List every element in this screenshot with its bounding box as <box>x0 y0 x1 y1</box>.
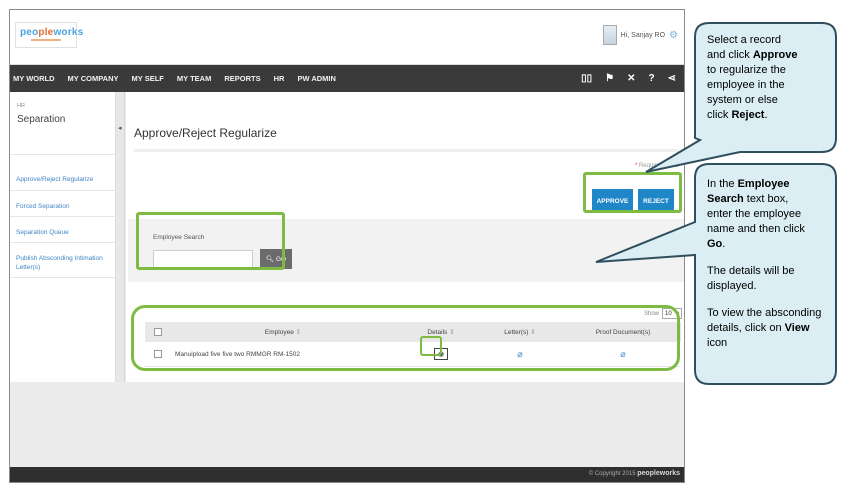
divider <box>10 242 116 243</box>
sidebar-item-separation-queue[interactable]: Separation Queue <box>16 228 112 237</box>
nav-my-world[interactable]: MY WORLD <box>13 74 55 83</box>
callout-view-icon: To view the absconding details, click on… <box>707 307 822 349</box>
highlight-employee-search <box>136 212 285 270</box>
highlight-view-icon <box>420 336 442 356</box>
app-screenshot: peopleworks Hi, Sanjay RO ⚙ MY WORLD MY … <box>9 9 685 483</box>
footer-copyright: © Copyright 2015 peopleworks <box>588 470 680 477</box>
sidebar-item-approve-reject-regularize[interactable]: Approve/Reject Regularize <box>16 175 112 184</box>
nav-my-company[interactable]: MY COMPANY <box>68 74 119 83</box>
tools-icon[interactable]: ✕ <box>627 73 635 84</box>
flag-icon[interactable]: ⚑ <box>605 73 614 84</box>
divider <box>134 149 679 152</box>
empty-content-area <box>10 382 684 468</box>
nav-my-self[interactable]: MY SELF <box>132 74 164 83</box>
divider <box>10 277 116 278</box>
nav-reports[interactable]: REPORTS <box>224 74 260 83</box>
nav-my-team[interactable]: MY TEAM <box>177 74 211 83</box>
highlight-results-table <box>131 305 680 371</box>
divider <box>10 154 116 155</box>
avatar[interactable] <box>602 25 617 45</box>
sidebar-section-label: HR <box>17 103 25 109</box>
divider <box>10 190 116 191</box>
nav-hr[interactable]: HR <box>274 74 285 83</box>
sidebar-item-forced-separation[interactable]: Forced Separation <box>16 202 112 211</box>
user-menu[interactable]: Hi, Sanjay RO ⚙ <box>602 24 678 46</box>
share-icon[interactable]: ⋖ <box>668 73 676 84</box>
callout-employee-search: In the Employee Search text box, enter t… <box>707 177 832 363</box>
nav-pw-admin[interactable]: PW ADMIN <box>297 74 335 83</box>
tutorial-slide: peopleworks Hi, Sanjay RO ⚙ MY WORLD MY … <box>0 0 851 489</box>
help-icon[interactable]: ? <box>649 73 655 84</box>
book-icon[interactable]: ▯▯ <box>581 73 592 84</box>
peopleworks-logo[interactable]: peopleworks <box>15 22 83 48</box>
main-navbar: MY WORLD MY COMPANY MY SELF MY TEAM REPO… <box>10 65 684 92</box>
sidebar-item-publish-absconding-letters[interactable]: Publish Absconding Intimation Letter(s) <box>16 254 112 272</box>
callout-details-displayed: The details will be displayed. <box>707 265 795 292</box>
sidebar-collapse-toggle[interactable]: ◂ <box>116 92 125 382</box>
callout-approve-reject: Select a record and click Approve to reg… <box>707 34 798 121</box>
settings-gear-icon[interactable]: ⚙ <box>669 30 678 41</box>
divider <box>10 216 116 217</box>
top-header: peopleworks Hi, Sanjay RO ⚙ <box>10 10 684 65</box>
sidebar-title: Separation <box>17 114 66 125</box>
user-greeting[interactable]: Hi, Sanjay RO <box>621 32 665 39</box>
page-title: Approve/Reject Regularize <box>134 126 277 140</box>
sidebar: HR Separation Approve/Reject Regularize … <box>10 92 116 382</box>
highlight-approve-reject <box>583 172 682 213</box>
chevron-left-icon: ◂ <box>118 125 122 132</box>
required-fields-note: * Required fields <box>634 163 679 169</box>
footer: © Copyright 2015 peopleworks <box>10 467 684 482</box>
